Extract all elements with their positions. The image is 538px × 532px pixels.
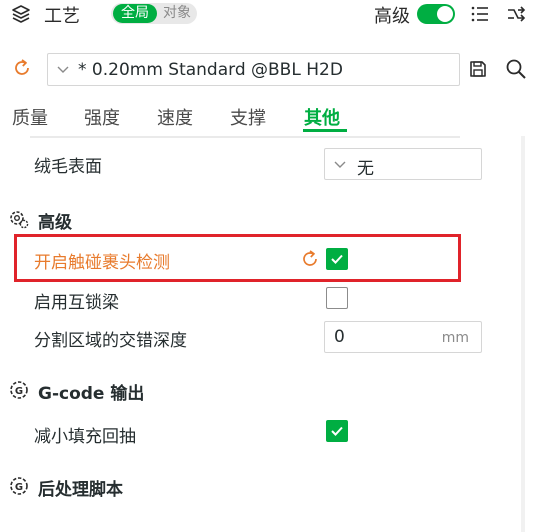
gear-icon [10, 211, 29, 229]
interlocking-beam-label: 启用互锁梁 [34, 293, 119, 313]
reduce-infill-retraction-label: 减小填充回抽 [34, 427, 136, 447]
fuzzy-skin-value: 无 [357, 159, 374, 179]
tab-speed[interactable]: 速度 [157, 104, 193, 130]
active-tab-indicator [303, 129, 347, 132]
tab-others[interactable]: 其他 [304, 104, 340, 130]
interlocking-depth-label: 分割区域的交错深度 [34, 331, 187, 351]
settings-tabs: 质量 强度 速度 支撑 其他 [0, 100, 538, 134]
nozzle-clump-detection-checkbox[interactable] [326, 248, 348, 270]
svg-text:G: G [15, 386, 23, 397]
interlocking-depth-value: 0 [334, 327, 345, 347]
preset-bar: * 0.20mm Standard @BBL H2D [0, 44, 538, 92]
reduce-infill-retraction-checkbox[interactable] [326, 420, 348, 442]
fuzzy-skin-label: 绒毛表面 [34, 157, 102, 177]
fuzzy-skin-dropdown[interactable]: 无 [324, 148, 482, 180]
advanced-section-title: 高级 [38, 213, 72, 233]
chevron-down-icon [334, 161, 346, 168]
tab-quality[interactable]: 质量 [12, 104, 48, 130]
svg-text:G: G [15, 482, 23, 493]
layers-icon [12, 5, 30, 23]
gcode-section-title: G-code 输出 [38, 384, 145, 404]
preset-name: * 0.20mm Standard @BBL H2D [78, 60, 343, 80]
advanced-mode-switch[interactable] [417, 4, 455, 24]
save-icon[interactable] [468, 59, 488, 79]
scope-toggle[interactable]: 全局 对象 [111, 3, 197, 24]
checkmark-icon [331, 254, 343, 264]
switch-knob [437, 6, 453, 22]
scope-global-option[interactable]: 全局 [113, 4, 157, 23]
tab-support[interactable]: 支撑 [230, 104, 266, 130]
preset-dropdown[interactable]: * 0.20mm Standard @BBL H2D [47, 53, 460, 86]
gcode-gear-icon: G [10, 381, 28, 399]
interlocking-depth-input[interactable]: 0 mm [324, 321, 482, 353]
scrollbar[interactable] [521, 136, 525, 532]
list-view-icon[interactable] [470, 4, 490, 24]
chevron-down-icon [57, 66, 69, 73]
tab-strength[interactable]: 强度 [84, 104, 120, 130]
scope-object-option[interactable]: 对象 [163, 4, 191, 23]
search-icon[interactable] [505, 58, 527, 80]
interlocking-beam-checkbox[interactable] [326, 287, 348, 309]
settings-panel: 绒毛表面 无 高级 开启触碰裹头检测 启用互锁梁 分割区域的交错深度 0 mm … [0, 136, 525, 532]
reset-icon[interactable] [300, 249, 320, 269]
reset-icon[interactable] [12, 58, 32, 78]
top-bar: 工艺 全局 对象 高级 [0, 0, 538, 32]
compare-icon[interactable] [506, 4, 526, 24]
panel-title: 工艺 [44, 6, 80, 27]
interlocking-depth-unit: mm [441, 330, 469, 346]
nozzle-clump-detection-label: 开启触碰裹头检测 [34, 253, 170, 273]
post-process-section-title: 后处理脚本 [38, 480, 123, 500]
advanced-mode-label: 高级 [374, 6, 410, 27]
divider [30, 136, 460, 138]
post-process-gear-icon: G [10, 477, 28, 495]
checkmark-icon [331, 426, 343, 436]
